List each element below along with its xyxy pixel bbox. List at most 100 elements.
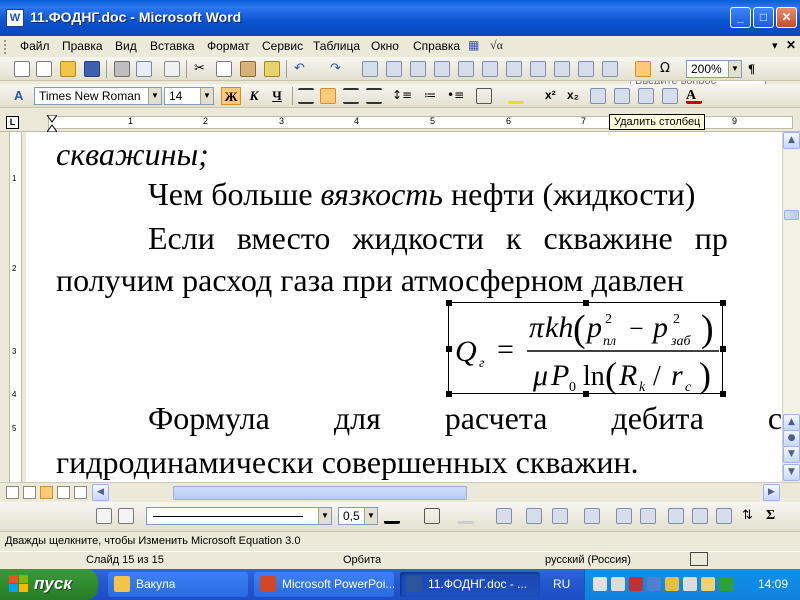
print-icon[interactable] bbox=[114, 61, 130, 77]
document-page[interactable]: скважины; Чем больше вязкость нефти (жид… bbox=[26, 132, 782, 482]
tab-stop-selector[interactable]: L bbox=[6, 116, 19, 129]
menu-help[interactable]: Справка bbox=[413, 39, 460, 53]
insert-rows-icon[interactable] bbox=[526, 508, 542, 524]
line-style-dropdown-icon[interactable]: ▼ bbox=[318, 508, 331, 524]
text-direction-icon[interactable] bbox=[692, 508, 708, 524]
undo-icon[interactable]: ↶ bbox=[294, 61, 310, 77]
table-merge-icon[interactable] bbox=[614, 88, 630, 104]
underline-button[interactable]: Ч bbox=[267, 87, 287, 105]
close-button[interactable]: ✕ bbox=[776, 7, 797, 28]
task-powerpoint[interactable]: Microsoft PowerPoi... bbox=[254, 572, 394, 597]
horizontal-scrollbar[interactable]: ◀ ▶ bbox=[0, 482, 800, 502]
drawing-icon[interactable] bbox=[482, 61, 498, 77]
align-cells-icon[interactable] bbox=[584, 508, 600, 524]
bold-button[interactable]: Ж bbox=[221, 87, 241, 105]
scroll-left-icon[interactable]: ◀ bbox=[92, 484, 109, 501]
menu-window[interactable]: Окно bbox=[371, 39, 399, 53]
equation-icon[interactable]: √α bbox=[490, 38, 503, 53]
vertical-scrollbar[interactable]: ▲ ▲ ● ▼ ▼ bbox=[782, 132, 800, 482]
align-left-icon[interactable] bbox=[298, 88, 314, 104]
menu-tools[interactable]: Сервис bbox=[262, 39, 303, 53]
delete-column-active-icon[interactable] bbox=[635, 61, 651, 77]
table-insert-icon[interactable] bbox=[662, 88, 678, 104]
split-cells-icon[interactable] bbox=[602, 61, 618, 77]
menu-view[interactable]: Вид bbox=[115, 39, 137, 53]
pilcrow-icon[interactable]: ¶ bbox=[748, 61, 764, 77]
menu-table[interactable]: Таблица bbox=[313, 39, 360, 53]
printer-icon[interactable] bbox=[593, 577, 607, 591]
word-app-icon[interactable]: W bbox=[6, 9, 24, 27]
copy-icon[interactable] bbox=[216, 61, 232, 77]
normal-view-icon[interactable] bbox=[6, 486, 19, 499]
select-browse-object-icon[interactable]: ● bbox=[783, 430, 800, 447]
first-line-indent-marker[interactable] bbox=[46, 114, 58, 123]
sort-ascending-icon[interactable] bbox=[716, 508, 732, 524]
zoom-select[interactable]: 200% ▼ bbox=[686, 60, 742, 78]
line-spacing-icon[interactable]: ↕≡ bbox=[392, 88, 412, 104]
paste-icon[interactable] bbox=[240, 61, 256, 77]
table-split-icon[interactable] bbox=[590, 88, 606, 104]
insert-excel-icon[interactable] bbox=[434, 61, 450, 77]
task-vakula[interactable]: Вакула bbox=[108, 572, 248, 597]
line-color-icon[interactable] bbox=[384, 508, 400, 524]
omega-symbol-icon[interactable]: Ω bbox=[660, 61, 676, 77]
scroll-up-page-icon[interactable]: ▲ bbox=[783, 414, 800, 431]
scroll-right-icon[interactable]: ▶ bbox=[763, 484, 780, 501]
highlight-icon[interactable] bbox=[508, 88, 524, 104]
align-right-icon[interactable] bbox=[343, 88, 359, 104]
open-folder-icon[interactable] bbox=[60, 61, 76, 77]
table-autofit-icon[interactable] bbox=[554, 61, 570, 77]
table-autoformat-icon[interactable] bbox=[668, 508, 684, 524]
format-painter-icon[interactable] bbox=[264, 61, 280, 77]
superscript-icon[interactable]: x² bbox=[545, 88, 561, 104]
table-distribute-icon[interactable] bbox=[638, 88, 654, 104]
equation-object[interactable]: Q г = π kh ( p 2 пл − p 2 заб ) μ P 0 ln… bbox=[446, 300, 726, 397]
web-view-icon[interactable] bbox=[23, 486, 36, 499]
hand-icon[interactable] bbox=[701, 577, 715, 591]
sort-icon[interactable] bbox=[578, 61, 594, 77]
align-center-icon[interactable] bbox=[320, 88, 336, 104]
menu-file[interactable]: Файл bbox=[20, 39, 50, 53]
columns-icon[interactable] bbox=[458, 61, 474, 77]
new-blank-icon[interactable] bbox=[36, 61, 52, 77]
delete-column-icon[interactable] bbox=[530, 61, 546, 77]
distribute-columns-icon[interactable] bbox=[640, 508, 656, 524]
subscript-icon[interactable]: x₂ bbox=[567, 88, 583, 104]
menu-format[interactable]: Формат bbox=[207, 39, 250, 53]
menu-insert[interactable]: Вставка bbox=[150, 39, 195, 53]
font-color-icon[interactable]: A bbox=[686, 88, 702, 104]
vertical-ruler[interactable]: 1 2 3 4 5 bbox=[0, 132, 26, 482]
scroll-down-icon[interactable]: ▼ bbox=[783, 464, 800, 481]
antivirus-icon[interactable] bbox=[629, 577, 643, 591]
document-map-icon[interactable] bbox=[506, 61, 522, 77]
justify-icon[interactable] bbox=[366, 88, 382, 104]
zoom-dropdown-icon[interactable]: ▼ bbox=[728, 61, 741, 77]
maximize-button[interactable]: □ bbox=[753, 7, 774, 28]
format-object-icon[interactable] bbox=[96, 508, 112, 524]
borders-icon[interactable] bbox=[424, 508, 440, 524]
save-icon[interactable] bbox=[84, 61, 100, 77]
minimize-button[interactable]: _ bbox=[730, 7, 751, 28]
start-button[interactable]: пуск bbox=[0, 569, 98, 600]
network-icon[interactable] bbox=[647, 577, 661, 591]
tray-app-icon[interactable] bbox=[683, 577, 697, 591]
horizontal-scroll-thumb[interactable] bbox=[173, 486, 467, 500]
fill-color-icon[interactable] bbox=[458, 508, 474, 524]
sort-descending-icon[interactable]: ⇅ bbox=[742, 508, 758, 524]
print-layout-icon[interactable] bbox=[40, 486, 53, 499]
outline-view-icon[interactable] bbox=[57, 486, 70, 499]
menu-edit[interactable]: Правка bbox=[62, 39, 103, 53]
tables-borders-icon[interactable] bbox=[386, 61, 402, 77]
borders-icon[interactable] bbox=[476, 88, 492, 104]
vertical-scroll-thumb[interactable] bbox=[784, 210, 799, 220]
print-preview-icon[interactable] bbox=[136, 61, 152, 77]
line-style-select[interactable]: ▼ bbox=[146, 507, 332, 525]
language-indicator[interactable]: RU bbox=[553, 577, 570, 591]
reading-view-icon[interactable] bbox=[74, 486, 87, 499]
bullets-icon[interactable]: •≡ bbox=[447, 88, 464, 104]
numbering-icon[interactable]: ≔ bbox=[424, 88, 440, 104]
update-icon[interactable] bbox=[719, 577, 733, 591]
help-dropdown-icon[interactable]: ▾ bbox=[772, 39, 778, 52]
distribute-rows-icon[interactable] bbox=[616, 508, 632, 524]
security-icon[interactable] bbox=[665, 577, 679, 591]
